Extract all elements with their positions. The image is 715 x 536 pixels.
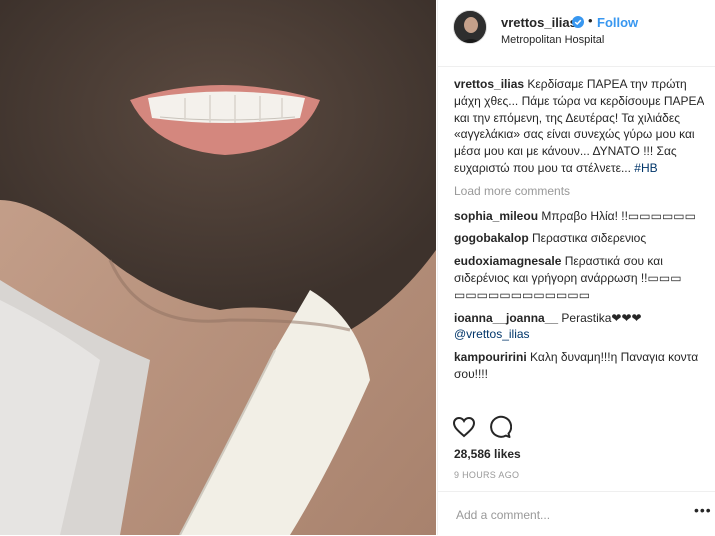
more-options-icon[interactable]: ••• bbox=[694, 502, 712, 518]
separator-dot: • bbox=[588, 13, 593, 28]
post-header: vrettos_ilias • Follow Metropolitan Hosp… bbox=[438, 0, 715, 67]
comment-username[interactable]: sophia_mileou bbox=[454, 209, 538, 223]
comment-text: Περαστικα σιδερενιος bbox=[532, 231, 647, 246]
comment-item: sophia_mileou Μπραβο Ηλία! !!▭▭▭▭▭▭ bbox=[454, 208, 704, 225]
verified-badge-icon bbox=[572, 15, 584, 28]
comment-icon[interactable] bbox=[488, 415, 513, 439]
post-photo[interactable] bbox=[0, 0, 436, 535]
comment-item: gogobakalop Περαστικα σιδερενιος bbox=[454, 230, 704, 247]
comment-text: Perastika❤❤❤ bbox=[561, 310, 642, 325]
comment-username[interactable]: gogobakalop bbox=[454, 231, 529, 245]
likes-count[interactable]: 28,586 likes bbox=[454, 447, 521, 461]
post-image bbox=[0, 0, 436, 535]
header-username[interactable]: vrettos_ilias bbox=[501, 15, 577, 30]
comment-item: kampouririni Καλη δυναμη!!!η Παναγια κον… bbox=[454, 349, 704, 383]
comment-mention[interactable]: @vrettos_ilias bbox=[454, 327, 530, 341]
comment-username[interactable]: ioanna__joanna__ bbox=[454, 311, 558, 325]
caption: vrettos_ilias Κερδίσαμε ΠΑΡΕΑ την πρώτη … bbox=[454, 76, 704, 177]
post-side-panel: vrettos_ilias • Follow Metropolitan Hosp… bbox=[437, 0, 715, 535]
caption-hashtag[interactable]: #HB bbox=[634, 161, 657, 175]
heart-icon[interactable] bbox=[452, 415, 476, 439]
follow-button[interactable]: Follow bbox=[597, 15, 638, 30]
avatar[interactable] bbox=[453, 10, 487, 44]
comment-username[interactable]: eudoxiamagnesale bbox=[454, 254, 561, 268]
comment-input[interactable] bbox=[454, 504, 678, 526]
location-link[interactable]: Metropolitan Hospital bbox=[501, 34, 604, 46]
comment-username[interactable]: kampouririni bbox=[454, 350, 527, 364]
add-comment-bar: ••• bbox=[438, 491, 715, 536]
comment-item: eudoxiamagnesale Περαστικά σου και σιδερ… bbox=[454, 253, 704, 303]
comment-text: Μπραβο Ηλία! !!▭▭▭▭▭▭ bbox=[541, 208, 696, 223]
comments-list: vrettos_ilias Κερδίσαμε ΠΑΡΕΑ την πρώτη … bbox=[454, 76, 704, 406]
post-timestamp: 9 HOURS AGO bbox=[454, 470, 520, 480]
comment-item: ioanna__joanna__ Perastika❤❤❤ @vrettos_i… bbox=[454, 310, 704, 344]
caption-username[interactable]: vrettos_ilias bbox=[454, 77, 524, 91]
load-more-comments-link[interactable]: Load more comments bbox=[454, 183, 704, 200]
action-bar bbox=[438, 412, 715, 442]
caption-text: Κερδίσαμε ΠΑΡΕΑ την πρώτη μάχη χθες... Π… bbox=[454, 77, 704, 175]
